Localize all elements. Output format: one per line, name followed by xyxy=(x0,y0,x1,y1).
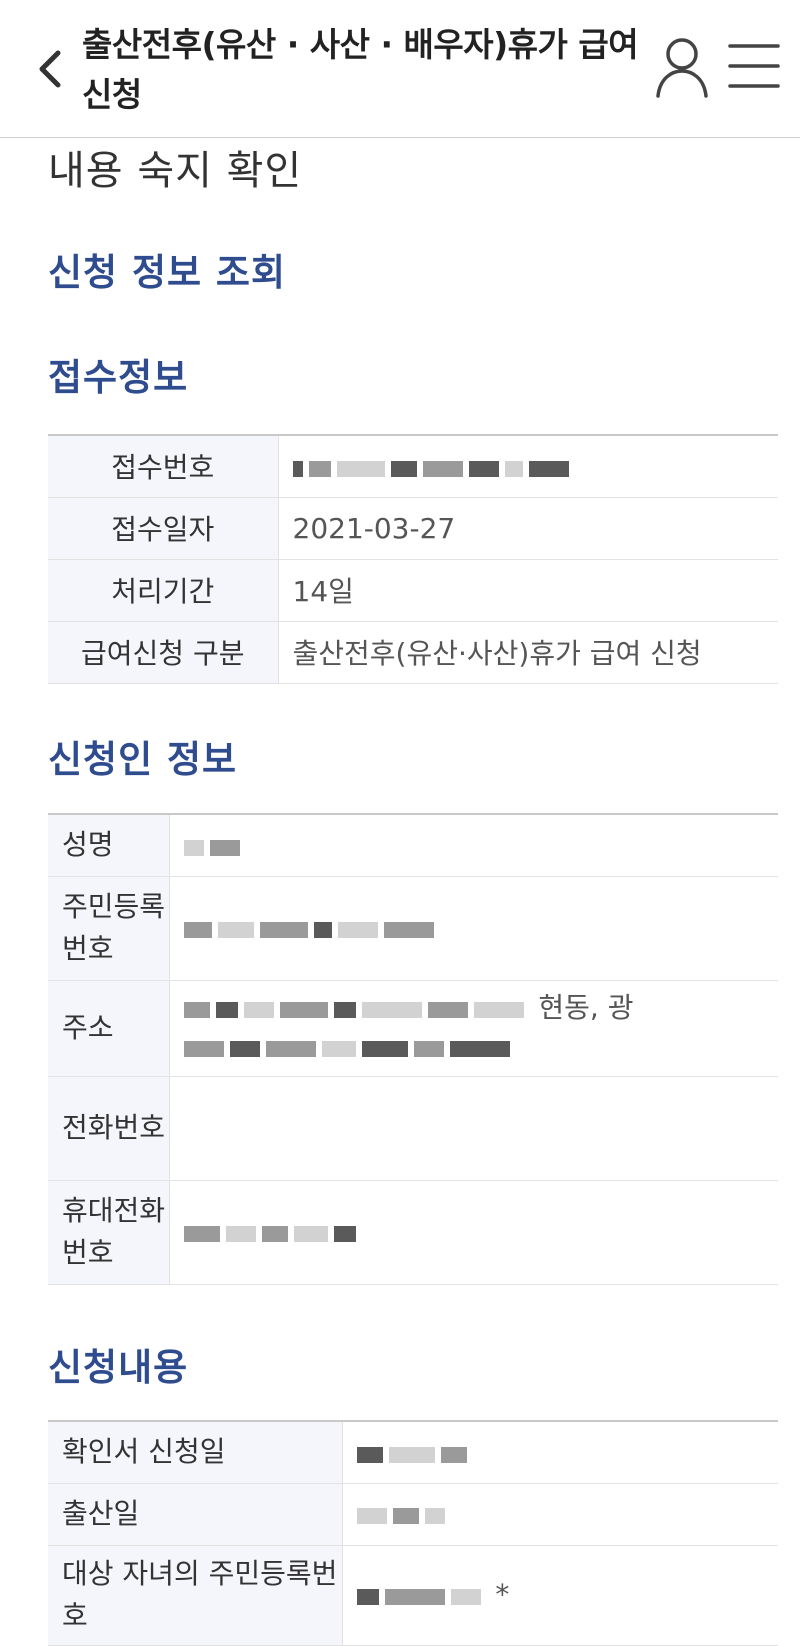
receipt-number-value xyxy=(278,435,778,498)
receipt-date-value: 2021-03-27 xyxy=(278,497,778,560)
redacted-value xyxy=(183,1029,516,1067)
benefit-type-value: 출산전후(유산·사산)휴가 급여 신청 xyxy=(278,621,778,684)
redacted-value xyxy=(183,830,246,863)
redacted-value xyxy=(292,451,575,484)
address-value: 현동, 광 xyxy=(169,980,778,1077)
row-label: 출산일 xyxy=(48,1483,343,1546)
table-row: 전화번호 xyxy=(48,1076,778,1181)
processing-period-value: 14일 xyxy=(278,559,778,622)
child-resident-number-value: * xyxy=(342,1545,778,1646)
redacted-value xyxy=(183,990,530,1028)
table-row: 주소 현동, 광 xyxy=(48,980,778,1077)
resident-number-value xyxy=(169,876,778,981)
applicant-table: 성명 주민등록번호 주소 현동, 광 전화번호 휴대전화번호 xyxy=(48,813,778,1285)
table-row: 휴대전화번호 xyxy=(48,1180,778,1285)
table-row: 대상 자녀의 주민등록번호 * xyxy=(48,1545,778,1646)
table-row: 성명 xyxy=(48,814,778,877)
table-row: 출산일 xyxy=(48,1483,778,1546)
redacted-value xyxy=(183,912,440,945)
row-label: 접수일자 xyxy=(48,497,279,560)
birth-date-value xyxy=(342,1483,778,1546)
receipt-title: 접수정보 xyxy=(48,356,189,399)
row-label: 접수번호 xyxy=(48,435,279,498)
menu-button[interactable] xyxy=(728,42,780,90)
row-label: 대상 자녀의 주민등록번호 xyxy=(48,1545,343,1646)
table-row: 처리기간 14일 xyxy=(48,559,778,622)
confirmation-date-value xyxy=(342,1421,778,1484)
request-table: 확인서 신청일 출산일 대상 자녀의 주민등록번호 * xyxy=(48,1420,778,1646)
redacted-value xyxy=(183,1216,362,1249)
phone-value xyxy=(169,1076,778,1181)
user-icon xyxy=(656,38,708,98)
applicant-title: 신청인 정보 xyxy=(48,738,238,781)
receipt-table: 접수번호 접수일자 2021-03-27 처리기간 14일 급여신청 구분 출산… xyxy=(48,434,778,684)
mobile-value xyxy=(169,1180,778,1285)
redacted-value xyxy=(356,1498,451,1531)
user-button[interactable] xyxy=(654,36,710,100)
row-label: 확인서 신청일 xyxy=(48,1421,343,1484)
row-label: 급여신청 구분 xyxy=(48,621,279,684)
back-button[interactable] xyxy=(30,44,70,94)
chevron-left-icon xyxy=(39,50,61,88)
request-title: 신청내용 xyxy=(48,1346,189,1389)
redacted-value xyxy=(356,1579,487,1612)
table-row: 주민등록번호 xyxy=(48,876,778,981)
row-label: 주소 xyxy=(48,980,170,1077)
app-header: 출산전후(유산 · 사산 · 배우자)휴가 급여 신청 xyxy=(0,0,800,138)
section-heading: 내용 숙지 확인 xyxy=(48,148,303,194)
table-row: 급여신청 구분 출산전후(유산·사산)휴가 급여 신청 xyxy=(48,621,778,684)
table-row: 접수번호 xyxy=(48,435,778,498)
row-label: 전화번호 xyxy=(48,1076,170,1181)
name-value xyxy=(169,814,778,877)
table-row: 접수일자 2021-03-27 xyxy=(48,497,778,560)
redacted-value xyxy=(356,1437,473,1470)
page-title: 출산전후(유산 · 사산 · 배우자)휴가 급여 신청 xyxy=(82,25,639,114)
row-label: 주민등록번호 xyxy=(48,876,170,981)
lookup-title: 신청 정보 조회 xyxy=(48,251,287,294)
row-label: 성명 xyxy=(48,814,170,877)
table-row: 확인서 신청일 xyxy=(48,1421,778,1484)
row-label: 휴대전화번호 xyxy=(48,1180,170,1285)
hamburger-menu-icon xyxy=(728,44,780,88)
row-label: 처리기간 xyxy=(48,559,279,622)
